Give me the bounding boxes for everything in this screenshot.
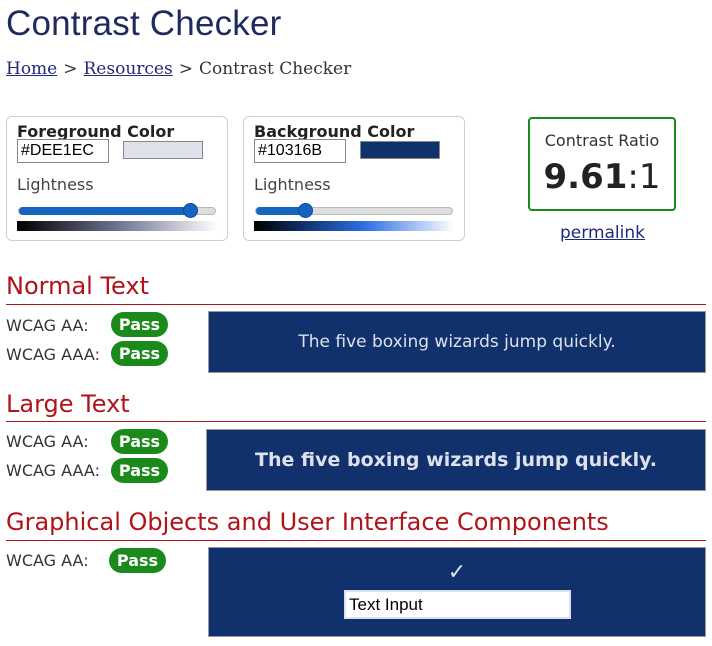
large-text-heading: Large Text	[6, 390, 130, 418]
section-divider	[6, 421, 706, 422]
contrast-ratio-value: 9.61:1	[530, 157, 674, 197]
normal-wcag-aa-label: WCAG AA:	[6, 316, 89, 335]
foreground-lightness-label: Lightness	[17, 175, 94, 194]
large-text-sample: The five boxing wizards jump quickly.	[206, 429, 706, 491]
graphics-heading: Graphical Objects and User Interface Com…	[6, 508, 609, 536]
large-wcag-aaa-label: WCAG AAA:	[6, 461, 100, 480]
foreground-lightness-thumb[interactable]	[182, 203, 198, 218]
background-lightness-slider[interactable]	[255, 203, 453, 218]
contrast-ratio-box: Contrast Ratio 9.61:1	[528, 117, 676, 211]
section-divider	[6, 540, 706, 541]
contrast-ratio-number: 9.61	[543, 157, 628, 197]
normal-wcag-aaa-label: WCAG AAA:	[6, 345, 100, 364]
foreground-color-panel: Foreground Color Lightness	[6, 116, 228, 241]
graphics-sample: ✓	[208, 547, 706, 637]
normal-wcag-aa-badge: Pass	[111, 312, 168, 337]
sample-text-input[interactable]	[344, 590, 571, 619]
checkmark-icon: ✓	[447, 560, 467, 585]
contrast-ratio-suffix: :1	[627, 157, 661, 197]
breadcrumb-home-link[interactable]: Home	[6, 59, 57, 79]
large-wcag-aa-label: WCAG AA:	[6, 432, 89, 451]
normal-text-sample: The five boxing wizards jump quickly.	[208, 311, 706, 373]
background-color-swatch[interactable]	[360, 141, 440, 159]
foreground-hex-input[interactable]	[17, 139, 109, 163]
graphics-wcag-aa-label: WCAG AA:	[6, 551, 89, 570]
background-lightness-thumb[interactable]	[298, 203, 313, 218]
section-divider	[6, 304, 706, 305]
breadcrumb-separator: >	[178, 59, 193, 79]
breadcrumb-separator: >	[63, 59, 78, 79]
normal-text-heading: Normal Text	[6, 272, 150, 300]
background-lightness-gradient	[254, 221, 454, 231]
breadcrumb-current: Contrast Checker	[198, 59, 352, 79]
foreground-lightness-fill	[19, 207, 190, 215]
large-wcag-aaa-badge: Pass	[111, 458, 168, 483]
foreground-color-swatch[interactable]	[123, 141, 203, 159]
graphics-wcag-aa-badge: Pass	[109, 548, 166, 573]
breadcrumb: Home > Resources > Contrast Checker	[6, 59, 351, 79]
page-title: Contrast Checker	[6, 4, 282, 43]
background-color-panel: Background Color Lightness	[243, 116, 465, 241]
background-hex-input[interactable]	[254, 139, 346, 163]
permalink-link[interactable]: permalink	[560, 223, 645, 243]
background-lightness-label: Lightness	[254, 175, 331, 194]
large-wcag-aa-badge: Pass	[111, 429, 168, 454]
foreground-lightness-slider[interactable]	[18, 203, 216, 218]
breadcrumb-resources-link[interactable]: Resources	[84, 59, 173, 79]
foreground-lightness-gradient	[17, 221, 217, 231]
contrast-ratio-label: Contrast Ratio	[544, 131, 660, 150]
normal-wcag-aaa-badge: Pass	[111, 341, 168, 366]
